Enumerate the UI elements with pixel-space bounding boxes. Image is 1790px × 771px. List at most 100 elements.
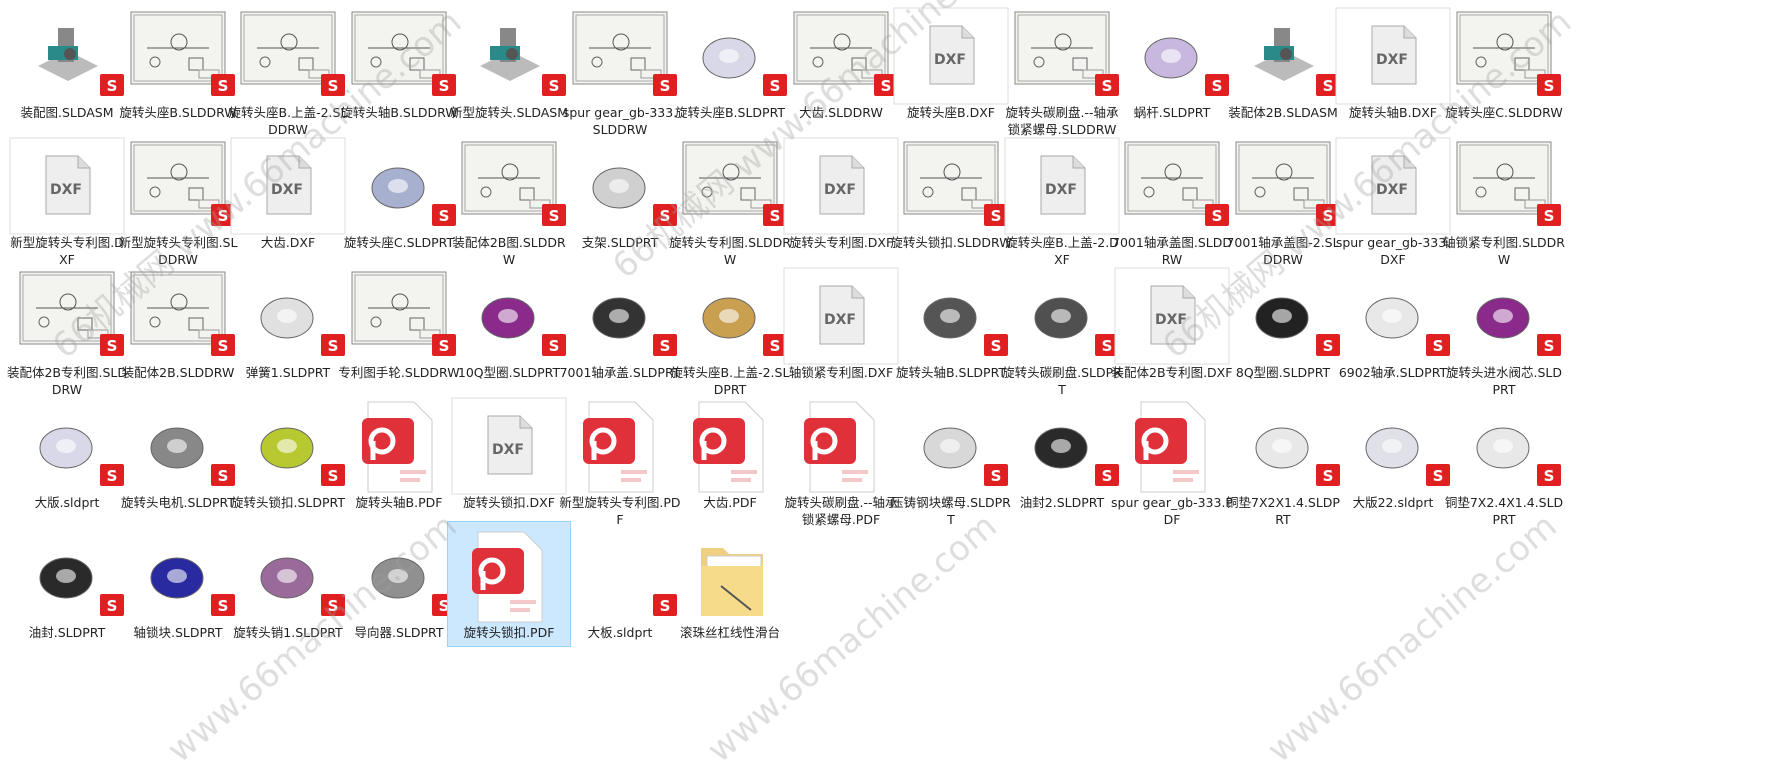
file-item[interactable]: S 新型旋转头专利图.SLDDRW [117, 132, 239, 267]
file-item[interactable]: S 旋转头座B.SLDDRW [117, 2, 239, 126]
svg-text:S: S [107, 77, 118, 95]
file-name-label: 旋转头锁扣.SLDDRW [890, 235, 1012, 250]
file-name-label: 旋转头座B.SLDDRW [119, 105, 237, 120]
file-item[interactable]: DXF 装配体2B专利图.DXF [1111, 262, 1233, 386]
file-item[interactable]: S 旋转头电机.SLDPRT [117, 392, 239, 516]
file-item[interactable]: S 油封.SLDPRT [6, 522, 128, 646]
file-item[interactable]: 旋转头碳刷盘.--轴承锁紧螺母.PDF [780, 392, 902, 527]
solidworks-file-icon: S [119, 396, 237, 496]
file-item[interactable]: S 新型旋转头.SLDASM [448, 2, 570, 126]
svg-text:DXF: DXF [492, 442, 524, 458]
solidworks-file-icon: S [1445, 136, 1563, 236]
file-item[interactable]: DXF 旋转头专利图.DXF [780, 132, 902, 256]
solidworks-file-icon: S [1224, 136, 1342, 236]
file-name-label: 新型旋转头.SLDASM [449, 105, 569, 120]
file-item[interactable]: S 轴锁紧专利图.SLDDRW [1443, 132, 1565, 267]
file-item[interactable]: S 旋转头座C.SLDPRT [338, 132, 460, 256]
solidworks-file-icon: S [119, 6, 237, 106]
dxf-file-icon: DXF [8, 136, 126, 236]
file-item[interactable]: S 旋转头进水阀芯.SLDPRT [1443, 262, 1565, 397]
file-item[interactable]: S 大版.sldprt [6, 392, 128, 516]
file-name-label: 大齿.DXF [260, 235, 316, 250]
file-item[interactable]: S 大版22.sldprt [1332, 392, 1454, 516]
solidworks-file-icon: S [340, 136, 458, 236]
file-item[interactable]: S 旋转头轴B.SLDDRW [338, 2, 460, 126]
file-item[interactable]: S 10Q型圈.SLDPRT [448, 262, 570, 386]
file-item[interactable]: 滚珠丝杠线性滑台 [669, 522, 791, 646]
solidworks-file-icon: S [561, 266, 679, 366]
file-item[interactable]: S 旋转头锁扣.SLDPRT [227, 392, 349, 516]
file-item[interactable]: S 专利图手轮.SLDDRW [338, 262, 460, 386]
file-item[interactable]: S 铜垫7X2X1.4.SLDPRT [1222, 392, 1344, 527]
svg-text:S: S [328, 337, 339, 355]
file-item[interactable]: 大齿.PDF [669, 392, 791, 516]
file-item[interactable]: S 旋转头锁扣.SLDDRW [890, 132, 1012, 256]
solidworks-file-icon: S [1113, 6, 1231, 106]
file-name-label: 旋转头座B.DXF [907, 105, 995, 120]
file-item[interactable]: S 装配体2B.SLDASM [1222, 2, 1344, 126]
file-item[interactable]: S 8Q型圈.SLDPRT [1222, 262, 1344, 386]
file-name-label: 导向器.SLDPRT [354, 625, 444, 640]
file-item[interactable]: S 弹簧1.SLDPRT [227, 262, 349, 386]
file-name-label: 轴锁紧专利图.DXF [788, 365, 894, 380]
file-item[interactable]: S 装配体2B专利图.SLDDRW [6, 262, 128, 397]
file-item[interactable]: DXF 旋转头锁扣.DXF [448, 392, 570, 516]
file-item[interactable]: S 6902轴承.SLDPRT [1332, 262, 1454, 386]
svg-text:S: S [1544, 337, 1555, 355]
file-item[interactable]: S 旋转头座C.SLDDRW [1443, 2, 1565, 126]
svg-text:DXF: DXF [50, 182, 82, 198]
file-item[interactable]: S 7001轴承盖.SLDPRT [559, 262, 681, 386]
file-item[interactable]: S 旋转头轴B.SLDPRT [890, 262, 1012, 386]
file-item[interactable]: S 油封2.SLDPRT [1001, 392, 1123, 516]
solidworks-file-icon: S [340, 6, 458, 106]
folder-icon [671, 526, 789, 626]
file-item[interactable]: S 旋转头专利图.SLDDRW [669, 132, 791, 267]
solidworks-file-icon: S [1334, 396, 1452, 496]
file-name-label: 旋转头碳刷盘.--轴承锁紧螺母.PDF [784, 495, 898, 527]
file-item[interactable]: DXF 旋转头座B.DXF [890, 2, 1012, 126]
solidworks-file-icon: S [1224, 6, 1342, 106]
file-item[interactable]: S 压铸钢块螺母.SLDPRT [890, 392, 1012, 527]
svg-text:S: S [328, 467, 339, 485]
file-item[interactable]: Sspur gear_gb-333.SLDDRW [559, 2, 681, 137]
file-item[interactable]: S 旋转头碳刷盘.SLDPRT [1001, 262, 1123, 397]
file-item[interactable]: S 轴锁块.SLDPRT [117, 522, 239, 646]
file-name-label: 装配图.SLDASM [20, 105, 114, 120]
file-item[interactable]: S 装配体2B.SLDDRW [117, 262, 239, 386]
file-item[interactable]: 旋转头锁扣.PDF [447, 521, 571, 647]
file-item[interactable]: DXF 新型旋转头专利图.DXF [6, 132, 128, 267]
solidworks-file-icon: S [892, 136, 1010, 236]
file-item[interactable]: S 大板.sldprt [559, 522, 681, 646]
file-item[interactable]: S 装配图.SLDASM [6, 2, 128, 126]
file-item[interactable]: DXF 大齿.DXF [227, 132, 349, 256]
file-item[interactable]: S 旋转头座B.上盖-2.SLDPRT [669, 262, 791, 397]
file-item[interactable]: S 大齿.SLDDRW [780, 2, 902, 126]
solidworks-file-icon: S [1445, 266, 1563, 366]
file-name-label: 旋转头专利图.DXF [788, 235, 894, 250]
file-item[interactable]: S 装配体2B图.SLDDRW [448, 132, 570, 267]
file-name-label: 滚珠丝杠线性滑台 [679, 625, 780, 640]
file-item[interactable]: DXF 轴锁紧专利图.DXF [780, 262, 902, 386]
file-item[interactable]: spur gear_gb-333.PDF [1111, 392, 1233, 527]
file-item[interactable]: S 旋转头座B.上盖-2.SLDDRW [227, 2, 349, 137]
file-name-label: 压铸钢块螺母.SLDPRT [891, 495, 1011, 527]
file-item[interactable]: S 7001轴承盖图-2.SLDDRW [1222, 132, 1344, 267]
file-name-label: 油封2.SLDPRT [1019, 495, 1105, 510]
file-name-label: 蜗杆.SLDPRT [1133, 105, 1211, 120]
dxf-file-icon: DXF [892, 6, 1010, 106]
file-name-label: 大板.sldprt [587, 625, 653, 640]
file-item[interactable]: DXF spur gear_gb-333.DXF [1332, 132, 1454, 267]
file-name-label: 大齿.PDF [703, 495, 757, 510]
file-item[interactable]: S 蜗杆.SLDPRT [1111, 2, 1233, 126]
file-item[interactable]: S 导向器.SLDPRT [338, 522, 460, 646]
file-item[interactable]: 新型旋转头专利图.PDF [559, 392, 681, 527]
file-item[interactable]: S 旋转头碳刷盘.--轴承锁紧螺母.SLDDRW [1001, 2, 1123, 137]
file-item[interactable]: S 旋转头座B.SLDPRT [669, 2, 791, 126]
file-item[interactable]: S 7001轴承盖图.SLDDRW [1111, 132, 1233, 267]
file-item[interactable]: DXF 旋转头座B.上盖-2.DXF [1001, 132, 1123, 267]
file-item[interactable]: S 旋转头销1.SLDPRT [227, 522, 349, 646]
file-item[interactable]: S 支架.SLDPRT [559, 132, 681, 256]
file-item[interactable]: DXF 旋转头轴B.DXF [1332, 2, 1454, 126]
file-item[interactable]: S 铜垫7X2.4X1.4.SLDPRT [1443, 392, 1565, 527]
file-item[interactable]: 旋转头轴B.PDF [338, 392, 460, 516]
